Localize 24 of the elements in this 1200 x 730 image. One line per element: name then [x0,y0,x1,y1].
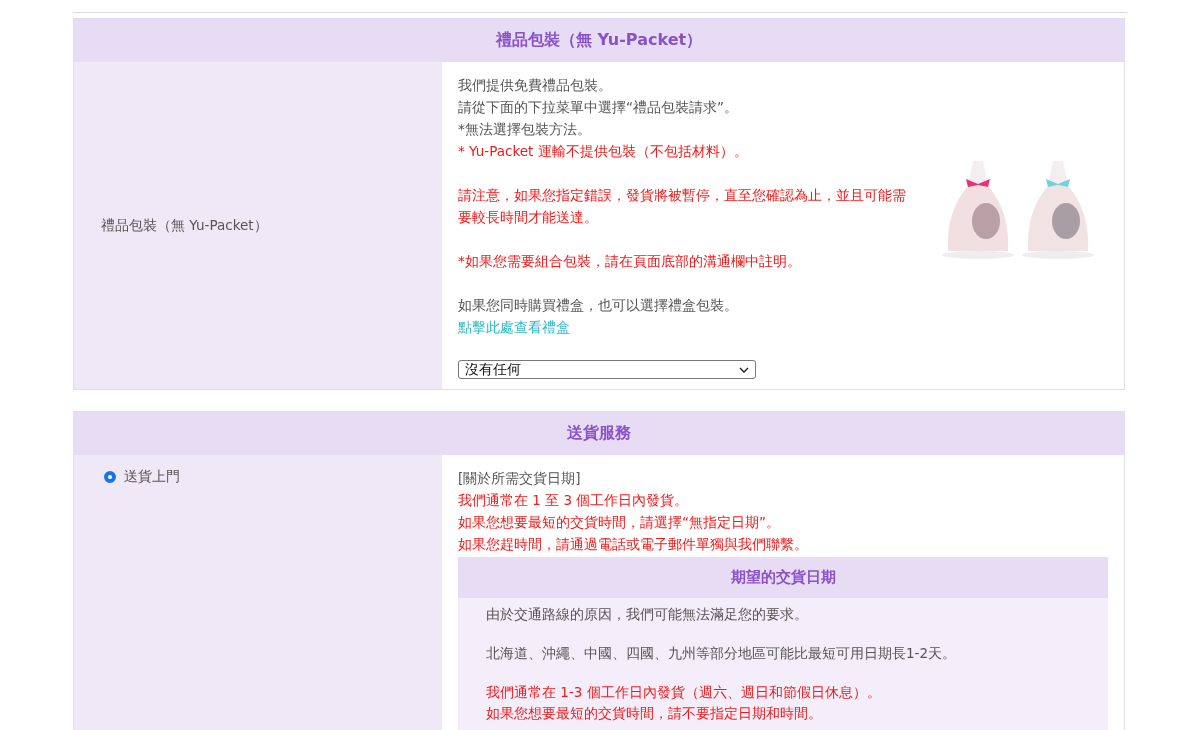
info-text: 由於交通路線的原因，我們可能無法滿足您的要求。 [486,605,809,624]
warning-text: * Yu-Packet 運輸不提供包裝（不包括材料）。 [458,142,749,161]
info-text: 北海道、沖繩、中國、四國、九州等部分地區可能比最短可用日期長1-2天。 [486,644,958,663]
warning-text: 我們通常在 1-3 個工作日內發貨（週六、週日和節假日休息）。 [486,683,882,702]
info-text: 如果您同時購買禮盒，也可以選擇禮盒包裝。 [458,296,739,315]
info-text: *無法選擇包裝方法。 [458,120,592,139]
section-header: 禮品包裝（無 Yu-Packet） [74,19,1124,62]
chevron-down-icon [739,366,749,373]
radio-button[interactable] [104,471,116,483]
info-text: 我們提供免費禮品包裝。 [458,76,613,95]
warning-text: 如果您趕時間，請通過電話或電子郵件單獨與我們聯繫。 [458,535,809,554]
warning-text: *如果您需要組合包裝，請在頁面底部的溝通欄中註明。 [458,252,802,271]
warning-text: 如果您想要最短的交貨時間，請不要指定日期和時間。 [486,704,823,723]
section-header: 送貨服務 [74,412,1124,455]
info-text: [關於所需交貨日期] [458,469,582,488]
radio-label: 送貨上門 [124,468,180,486]
warning-text: 請注意，如果您指定錯誤，發貨將被暫停，直至您確認為止，並且可能需要較長時間才能送達。 [458,186,907,227]
sub-panel-header: 期望的交貨日期 [458,557,1108,598]
wrapping-dropdown[interactable]: 沒有任何 [458,360,756,379]
warning-text: 我們通常在 1 至 3 個工作日內發貨。 [458,491,690,510]
warning-text: 如果您想要最短的交貨時間，請選擇“無指定日期”。 [458,513,781,532]
field-label: 禮品包裝（無 Yu-Packet） [101,216,268,235]
info-text: 請從下面的下拉菜單中選擇“禮品包裝請求”。 [458,98,739,117]
radio-option[interactable]: 送貨上門 [104,467,180,487]
